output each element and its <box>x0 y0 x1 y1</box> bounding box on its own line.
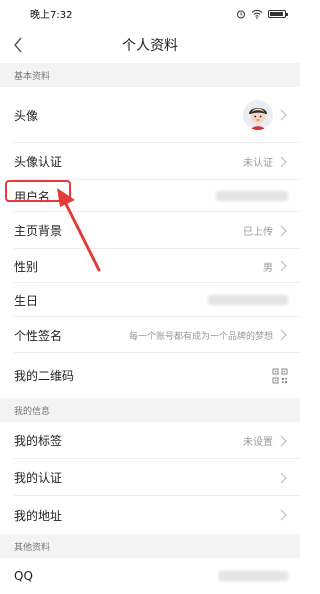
page-title: 个人资料 <box>122 38 178 54</box>
chevron-right-icon <box>280 435 287 446</box>
row-label: 我的标签 <box>14 434 63 448</box>
row-value: 男 <box>263 262 273 274</box>
row-right <box>216 191 288 201</box>
alarm-icon <box>237 10 245 18</box>
status-bar: 晚上7:32 <box>0 0 300 27</box>
row-label: 我的地址 <box>14 508 63 523</box>
battery-icon <box>268 9 288 18</box>
nav-bar: 个人资料 <box>0 27 300 63</box>
section-header-basic: 基本资料 <box>0 63 300 87</box>
row-cover[interactable]: 主页背景 已上传 <box>0 212 300 249</box>
row-right <box>278 508 288 522</box>
username-highlight-box <box>5 180 71 202</box>
row-qq[interactable]: QQ <box>0 558 300 594</box>
chevron-right-icon <box>280 109 287 121</box>
row-right <box>208 295 288 305</box>
status-time: 晚上7:32 <box>30 10 73 21</box>
row-address[interactable]: 我的地址 <box>0 496 300 534</box>
blurred-value <box>208 295 288 305</box>
section-header-other: 其他资料 <box>0 534 300 558</box>
row-label: 我的二维码 <box>14 369 75 383</box>
battery-level <box>270 11 283 16</box>
row-right: 男 <box>263 259 288 274</box>
chevron-right-icon <box>280 260 287 272</box>
row-birthday[interactable]: 生日 <box>0 283 300 317</box>
row-tags[interactable]: 我的标签 未设置 <box>0 422 300 459</box>
section-label: 我的信息 <box>14 406 51 417</box>
row-value: 每一个账号都有成为一个品牌的梦想 <box>128 331 273 342</box>
section-label: 基本资料 <box>14 71 51 82</box>
avatar-face-icon <box>249 108 267 130</box>
chevron-right-icon <box>280 225 287 236</box>
row-right: 已上传 <box>243 223 288 238</box>
row-value: 已上传 <box>243 227 273 238</box>
row-label: 主页背景 <box>14 224 63 238</box>
row-right: 未认证 <box>243 154 288 169</box>
section-header-mine: 我的信息 <box>0 398 300 422</box>
chevron-right-icon <box>280 509 287 521</box>
qr-code-icon <box>272 368 288 383</box>
wifi-icon <box>251 9 263 19</box>
row-label: 个性签名 <box>14 328 63 343</box>
row-right: 未设置 <box>243 433 288 448</box>
section-label: 其他资料 <box>14 542 51 553</box>
row-label: 生日 <box>14 293 39 308</box>
row-right <box>243 100 288 130</box>
row-right <box>218 571 288 581</box>
row-label: 性别 <box>14 259 39 274</box>
blurred-value <box>216 191 288 201</box>
status-icons <box>236 9 288 19</box>
chevron-right-icon <box>280 329 287 341</box>
row-right <box>272 368 288 384</box>
row-label: QQ <box>14 569 33 583</box>
chevron-left-icon <box>14 37 22 53</box>
row-certification[interactable]: 我的认证 <box>0 459 300 496</box>
row-avatar-verify[interactable]: 头像认证 未认证 <box>0 143 300 180</box>
chevron-right-icon <box>280 156 287 167</box>
row-right: 每一个账号都有成为一个品牌的梦想 <box>129 328 288 342</box>
blurred-value <box>218 571 288 581</box>
row-label: 头像认证 <box>14 155 63 169</box>
row-label: 头像 <box>14 108 39 123</box>
row-qrcode[interactable]: 我的二维码 <box>0 353 300 398</box>
row-signature[interactable]: 个性签名 每一个账号都有成为一个品牌的梦想 <box>0 317 300 353</box>
row-label: 我的认证 <box>14 471 63 485</box>
avatar <box>243 100 273 130</box>
row-right <box>278 471 288 485</box>
row-value: 未设置 <box>243 437 273 448</box>
row-value: 未认证 <box>243 158 273 169</box>
back-button[interactable] <box>6 31 30 59</box>
row-avatar[interactable]: 头像 <box>0 87 300 143</box>
chevron-right-icon <box>280 472 287 483</box>
row-gender[interactable]: 性别 男 <box>0 249 300 283</box>
